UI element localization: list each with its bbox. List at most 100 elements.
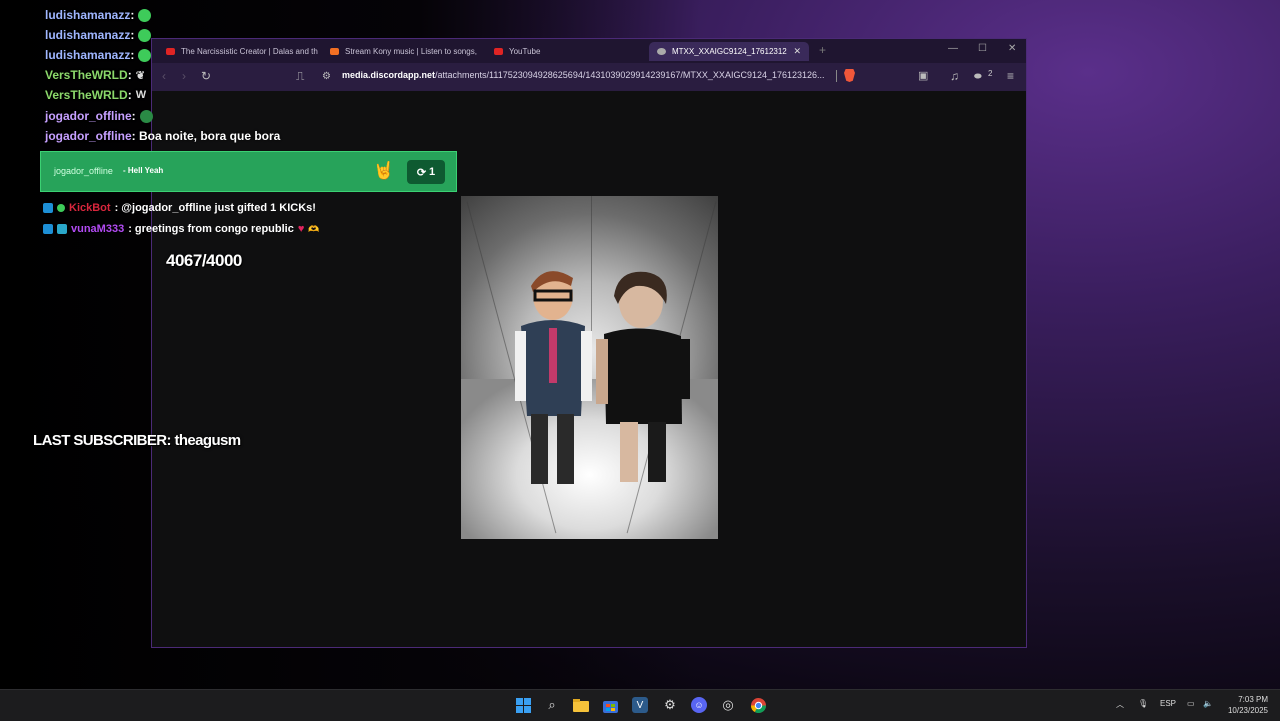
minimize-button[interactable]: —	[948, 43, 958, 54]
tab-youtube-narcissistic[interactable]: The Narcissistic Creator | Dalas and th	[158, 42, 318, 61]
gift-icon: ⟳	[416, 166, 427, 179]
chat-username: ludishamanazz	[45, 8, 131, 22]
chat-text: :	[130, 28, 135, 42]
clock-time: 7:03 PM	[1238, 695, 1268, 704]
tab-label: YouTube	[509, 47, 541, 56]
tab-soundcloud[interactable]: Stream Kony music | Listen to songs,	[322, 42, 482, 61]
tab-label: Stream Kony music | Listen to songs,	[345, 47, 477, 56]
microphone-icon[interactable]: 🎙	[1138, 699, 1148, 708]
youtube-icon	[494, 48, 503, 55]
chat-username: jogador_offline	[45, 129, 132, 143]
chat-text: : greetings from congo republic	[128, 223, 294, 235]
rock-hand-icon: 🤘	[373, 161, 395, 180]
chat-message: ludishamanazz :	[45, 26, 152, 44]
windows-start-icon[interactable]	[515, 697, 531, 713]
verified-icon	[57, 204, 65, 212]
language-indicator[interactable]: ESP	[1160, 699, 1176, 708]
brave-shield-icon[interactable]	[844, 69, 855, 82]
clock-date: 10/23/2025	[1227, 706, 1268, 715]
chat-text: :	[131, 109, 136, 123]
file-explorer-icon[interactable]	[573, 697, 589, 713]
chrome-icon[interactable]	[750, 697, 766, 713]
extensions-count: 2	[988, 69, 993, 78]
emote-icon	[138, 28, 152, 42]
store-icon[interactable]	[602, 697, 618, 713]
close-window-button[interactable]: ✕	[1008, 43, 1016, 54]
emote-icon	[139, 109, 153, 123]
chat-username: VersTheWRLD	[45, 88, 128, 102]
new-tab-button[interactable]: +	[819, 43, 826, 57]
divider	[836, 70, 837, 82]
globe-icon	[657, 48, 666, 55]
clock[interactable]: 7:03 PM 10/23/2025	[1222, 694, 1268, 716]
emote-icon: ❦	[135, 69, 145, 82]
emote-icon	[138, 48, 152, 62]
extensions-icon[interactable]: ⬬	[974, 71, 982, 82]
chat-text: :	[130, 48, 135, 62]
chat-message-kickbot: KickBot : @jogador_offline just gifted 1…	[43, 199, 316, 217]
chat-username: KickBot	[69, 202, 111, 214]
discord-icon[interactable]: ☺	[691, 697, 707, 713]
url-path: /attachments/1117523094928625694/1431039…	[435, 70, 825, 80]
browser-toolbar: ‹ › ↻ ⎍ ⚙ media.discordapp.net/attachmen…	[152, 63, 1026, 91]
chat-message-vuna: vunaM333 : greetings from congo republic…	[43, 220, 320, 238]
reload-icon[interactable]: ↻	[201, 69, 211, 83]
chat-message: jogador_offline :	[45, 107, 153, 125]
alert-message: - Hell Yeah	[123, 166, 164, 175]
chat-username: vunaM333	[71, 223, 125, 235]
emote-icon	[138, 8, 152, 22]
tab-discord-image[interactable]: MTXX_XXAIGC9124_1761231269 ✕	[649, 42, 809, 61]
person-photo	[596, 271, 690, 482]
tab-youtube[interactable]: YouTube	[486, 42, 646, 61]
app-icon[interactable]: V	[632, 697, 648, 713]
handshake-icon: 🫶	[308, 223, 320, 234]
url-host: media.discordapp.net	[342, 70, 436, 80]
chat-username: ludishamanazz	[45, 28, 131, 42]
tab-bar: The Narcissistic Creator | Dalas and th …	[152, 39, 1026, 63]
sidebar-icon[interactable]: ▣	[918, 69, 928, 82]
chat-text: :	[130, 8, 135, 22]
address-bar[interactable]: media.discordapp.net/attachments/1117523…	[342, 70, 825, 80]
gift-counter: ⟳ 1	[407, 160, 445, 184]
steam-icon[interactable]: ⚙	[662, 697, 678, 713]
heart-icon: ♥	[297, 223, 305, 235]
image-elevator-photo	[461, 196, 718, 539]
tab-label: MTXX_XXAIGC9124_1761231269	[672, 47, 787, 56]
menu-icon[interactable]: ≡	[1007, 69, 1014, 83]
forward-icon[interactable]: ›	[182, 69, 186, 83]
gift-count-value: 1	[429, 166, 436, 178]
last-subscriber: LAST SUBSCRIBER: theagusm	[33, 432, 241, 449]
taskbar: ⌕ V ⚙ ☺ ◎ ︿ 🎙 ESP ▭ 🔈 7:03 PM 10/23/2025	[0, 689, 1280, 721]
music-icon[interactable]: ♫	[950, 69, 959, 83]
search-icon[interactable]: ⌕	[544, 697, 560, 713]
chat-username: ludishamanazz	[45, 48, 131, 62]
chat-message: VersTheWRLD : W	[45, 86, 146, 104]
follower-goal: 4067/4000	[166, 251, 242, 270]
chat-message: VersTheWRLD : ❦	[45, 66, 145, 84]
chat-message: jogador_offline : Boa noite, bora que bo…	[45, 127, 280, 145]
wwe-emote-icon: W	[135, 89, 147, 101]
chat-username: VersTheWRLD	[45, 68, 128, 82]
close-tab-icon[interactable]: ✕	[793, 46, 801, 57]
youtube-icon	[166, 48, 175, 55]
chat-text: :	[127, 88, 132, 102]
badge-icon	[43, 224, 53, 234]
chat-text: : @jogador_offline just gifted 1 KICKs!	[114, 202, 316, 214]
back-icon[interactable]: ‹	[162, 69, 166, 83]
chat-username: jogador_offline	[45, 109, 132, 123]
sub-badge-icon	[57, 224, 67, 234]
obs-icon[interactable]: ◎	[720, 697, 736, 713]
chevron-up-icon[interactable]: ︿	[1116, 699, 1124, 710]
person-illustration	[515, 271, 592, 484]
soundcloud-icon	[330, 48, 339, 55]
maximize-button[interactable]: ☐	[978, 43, 987, 54]
chat-message: ludishamanazz :	[45, 46, 152, 64]
volume-icon[interactable]: 🔈	[1203, 699, 1213, 708]
site-info-icon[interactable]: ⚙	[322, 71, 331, 82]
browser-window: The Narcissistic Creator | Dalas and th …	[151, 38, 1027, 648]
network-icon[interactable]: ▭	[1187, 699, 1195, 708]
chat-message: ludishamanazz :	[45, 6, 152, 24]
badge-icon	[43, 203, 53, 213]
bookmark-icon[interactable]: ⎍	[296, 69, 304, 84]
alert-username: jogador_offline	[54, 166, 113, 176]
